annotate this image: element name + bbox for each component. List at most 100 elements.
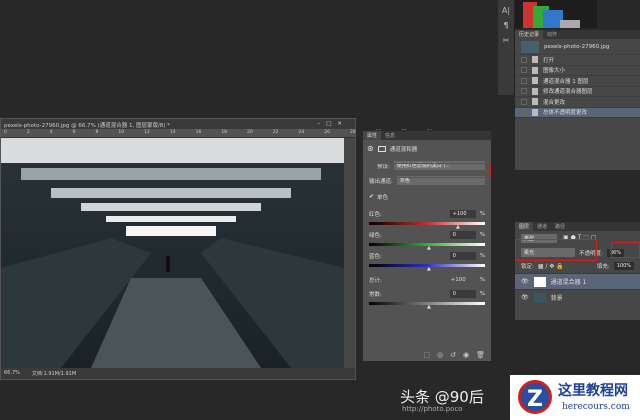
- fill-label: 填充:: [596, 264, 610, 270]
- layer-thumbnail: [533, 292, 546, 303]
- slider-thumb[interactable]: ▲: [427, 245, 431, 251]
- monochrome-label: 单色: [377, 195, 389, 201]
- canvas-image[interactable]: [1, 138, 345, 368]
- ruler-tick: 24: [298, 130, 305, 135]
- document-window: pexels-photo-27960.jpg @ 66.7% (通道混合器 1,…: [0, 118, 433, 380]
- reset-icon[interactable]: ↺: [450, 351, 456, 359]
- zoom-level[interactable]: 66.7%: [4, 370, 20, 377]
- layers-panel: 图层 通道 路径 类型 ▣ ● T ⬚ ▢ 柔光 不透明度: 36% 锁定: ▦ ∕ ✥ 🔒…: [515, 222, 640, 320]
- channel-label: 绿色:: [369, 233, 382, 239]
- percent-unit: %: [479, 211, 485, 217]
- layer-thumbnail: [533, 276, 546, 287]
- constant-slider[interactable]: ▲: [369, 302, 485, 310]
- total-value: +100: [450, 277, 466, 283]
- properties-panel: 属性 信息 ⊛ 通道混和器 预设: 使用红色滤镜的黑白 (... 输出通道: 灰色 ✔ 单…: [362, 130, 492, 362]
- constant-unit: %: [479, 291, 485, 297]
- tab-actions[interactable]: 动作: [543, 30, 561, 39]
- percent-unit: %: [479, 253, 485, 259]
- maximize-button[interactable]: □: [326, 121, 331, 127]
- adjustment-icon: ⊛: [367, 144, 374, 153]
- history-step-icon: [532, 98, 538, 106]
- view-previous-icon[interactable]: ◎: [437, 351, 443, 359]
- eye-icon[interactable]: 👁: [521, 278, 529, 285]
- history-brush-checkbox[interactable]: [521, 88, 527, 95]
- history-panel: 历史记录 动作 pexels-photo-27960.jpg 打开图像大小 通道混合…: [515, 30, 640, 170]
- history-item[interactable]: 混合更改: [515, 97, 640, 108]
- tab-info[interactable]: 信息: [381, 131, 399, 140]
- channel-slider[interactable]: ▲: [369, 243, 485, 251]
- tab-paths[interactable]: 路径: [551, 222, 569, 231]
- highlight-box-opacity: [611, 242, 640, 258]
- vertical-scrollbar[interactable]: [344, 138, 355, 368]
- tab-properties[interactable]: 属性: [363, 131, 382, 140]
- lock-label: 锁定:: [521, 264, 534, 270]
- history-item[interactable]: 修改通道混合器图层: [515, 87, 640, 97]
- close-button[interactable]: ✕: [337, 121, 342, 127]
- percent-unit: %: [479, 232, 485, 238]
- channel-value-input[interactable]: +100: [449, 210, 476, 218]
- layer-name: 通道混合器 1: [550, 279, 587, 286]
- minimize-button[interactable]: –: [317, 121, 320, 127]
- eye-icon[interactable]: 👁: [521, 294, 529, 301]
- lock-icons[interactable]: ▦ ∕ ✥ 🔒: [538, 263, 564, 270]
- ruler-tick: 28: [349, 130, 356, 135]
- history-item-label: 打开: [543, 57, 555, 64]
- channel-label: 蓝色:: [369, 254, 382, 260]
- fill-input[interactable]: 100%: [613, 262, 634, 270]
- channel-slider-group: 绿色: 0% ▲: [363, 228, 491, 251]
- ruler-tick: 4: [49, 130, 53, 135]
- history-snapshot[interactable]: pexels-photo-27960.jpg: [515, 39, 640, 55]
- status-bar: 66.7% 文档:1.91M/1.91M: [1, 368, 355, 379]
- tab-layers[interactable]: 图层: [515, 222, 534, 231]
- constant-label: 常数:: [369, 292, 382, 298]
- history-item-label: 总体不透明度更改: [543, 110, 588, 117]
- history-item[interactable]: 图像大小: [515, 66, 640, 76]
- photo-url-watermark: http://photo.poco: [402, 405, 463, 413]
- history-brush-checkbox[interactable]: [521, 56, 527, 63]
- channel-value-input[interactable]: 0: [449, 231, 476, 239]
- right-toolbar: A| ¶ ✂: [498, 0, 515, 95]
- ruler-tick: 26: [324, 130, 330, 135]
- history-item[interactable]: 总体不透明度更改: [515, 107, 640, 118]
- channel-slider-group: 红色: +100% ▲: [363, 207, 491, 230]
- layer-row[interactable]: 👁 通道混合器 1: [515, 273, 640, 289]
- history-item[interactable]: 打开: [515, 55, 640, 66]
- layer-row[interactable]: 👁 背景: [515, 289, 640, 305]
- ruler-tick: 20: [247, 130, 253, 135]
- monochrome-checkbox[interactable]: ✔: [369, 193, 374, 201]
- history-brush-checkbox[interactable]: [521, 98, 527, 105]
- history-brush-checkbox[interactable]: [521, 77, 527, 84]
- channel-value-input[interactable]: 0: [449, 252, 476, 260]
- histogram: [515, 0, 597, 28]
- site-logo: Z 这里教程网 herecours.com: [510, 375, 640, 420]
- delete-icon[interactable]: 🗑: [476, 351, 485, 359]
- layer-name: 背景: [550, 295, 563, 302]
- history-item-label: 修改通道混合器图层: [543, 89, 593, 96]
- channel-label: 红色:: [369, 212, 382, 218]
- tab-channels[interactable]: 通道: [533, 222, 551, 231]
- history-item[interactable]: 通道混合器 1 图层: [515, 76, 640, 87]
- slider-thumb[interactable]: ▲: [427, 266, 431, 272]
- constant-input[interactable]: 0: [449, 290, 476, 298]
- paragraph-icon[interactable]: ¶: [498, 21, 514, 30]
- mask-icon: [377, 145, 386, 152]
- channel-slider[interactable]: ▲: [369, 222, 485, 230]
- tool-preset-icon[interactable]: ✂: [498, 36, 514, 45]
- history-brush-checkbox[interactable]: [521, 67, 527, 74]
- clip-to-layer-icon[interactable]: ⬚: [423, 351, 430, 359]
- slider-thumb[interactable]: ▲: [456, 224, 460, 230]
- snapshot-thumbnail: [521, 40, 539, 53]
- ruler-tick: 22: [272, 130, 279, 135]
- history-brush-checkbox[interactable]: [521, 109, 527, 116]
- tab-history[interactable]: 历史记录: [515, 30, 544, 39]
- character-icon[interactable]: A|: [498, 6, 514, 15]
- ruler-tick: 2: [26, 130, 30, 135]
- logo-icon: Z: [518, 380, 552, 414]
- total-unit: %: [479, 277, 485, 283]
- total-label: 总计:: [369, 278, 382, 284]
- doc-size[interactable]: 文档:1.91M/1.91M: [32, 370, 76, 377]
- ruler-tick: 16: [195, 130, 202, 135]
- channel-slider[interactable]: ▲: [369, 264, 485, 272]
- visibility-icon[interactable]: ◉: [463, 351, 469, 359]
- panel-title: 通道混和器: [389, 146, 418, 153]
